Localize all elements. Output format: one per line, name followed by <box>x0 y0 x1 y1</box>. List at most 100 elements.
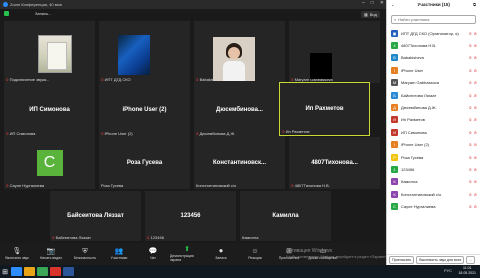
avatar: 4 <box>391 42 398 50</box>
grid-icon: ▦ <box>363 12 368 17</box>
video-tile[interactable]: Роза Гусева Роза Гусева <box>99 137 190 189</box>
avatar: И <box>391 116 398 124</box>
zoom-logo-icon <box>3 2 8 7</box>
participant-row[interactable]: ▣ ИПТ ДГД СКО (Организатор, я) ⦸ ⊘ <box>387 27 480 39</box>
participant-row[interactable]: 4 4807Тихонова Н.В. ⦸ ⊘ <box>387 39 480 51</box>
mic-muted-icon: ⦸ <box>147 235 150 240</box>
participant-row[interactable]: К Константиновский с/о ⦸ ⊘ <box>387 188 480 200</box>
mic-muted-icon: ⦸ <box>469 166 472 172</box>
language-indicator[interactable]: РУС <box>444 268 452 273</box>
window-title: Zoom Конференция, 40 мин <box>10 2 62 7</box>
more-button[interactable]: ... <box>466 256 476 264</box>
share-screen-button[interactable]: ⬆ Демонстрация экрана <box>170 243 204 265</box>
participant-name: ИПТ ДГД СКО (Организатор, я) <box>401 30 459 36</box>
video-tile[interactable]: Дюсембинова... ⦸ Дюсембинова Д.Ж. <box>194 83 285 137</box>
mic-muted-icon: ⦸ <box>469 43 472 49</box>
panel-footer: Пригласить Выключить звук для всех ... <box>387 254 480 265</box>
encryption-shield-icon[interactable] <box>4 11 9 16</box>
video-frame-person <box>213 37 255 81</box>
video-off-icon: ⊘ <box>473 105 477 111</box>
video-off-icon: ⊘ <box>473 191 477 197</box>
windows-taskbar: ⊞ РУС 11:01 18.05.2021 <box>0 265 480 278</box>
tile-label: ⦸ Сауле Нургалиева <box>6 183 45 188</box>
word-taskbar-icon[interactable] <box>63 267 74 276</box>
record-icon: ⏺ <box>219 248 223 255</box>
participants-button[interactable]: 👥 Участники <box>102 243 136 265</box>
avatar: ▣ <box>391 29 398 37</box>
zoom-taskbar-icon[interactable] <box>11 267 22 276</box>
participant-row[interactable]: И ИП Симонова ⦸ ⊘ <box>387 126 480 138</box>
minimize-icon[interactable]: – <box>362 0 365 6</box>
participant-row[interactable]: M Maryam Gabbassova ⦸ ⊘ <box>387 77 480 89</box>
tile-name: Байсеитова Ляззат <box>67 213 124 219</box>
share-screen-icon: ⬆ <box>184 246 190 253</box>
mic-muted-icon: ⦸ <box>469 204 472 210</box>
participant-row[interactable]: С Сауле Нургалиева ⦸ ⊘ <box>387 200 480 212</box>
mic-muted-icon: ⦸ <box>282 129 285 134</box>
clock[interactable]: 11:01 18.05.2021 <box>458 266 476 276</box>
video-tile[interactable]: 4807Тихонова... ⦸ 4807Тихонова Н.В. <box>289 137 380 189</box>
start-video-button[interactable]: 📷 Начать видео <box>34 243 68 265</box>
tile-label: ⦸ ИП Симонова <box>6 131 36 136</box>
tile-label: ⦸ Подключение звука... <box>6 77 50 82</box>
unmute-button[interactable]: 🎙 Включить звук <box>0 243 34 265</box>
video-tile-active-speaker[interactable]: Ип Рахметов ⦸ Ип Рахметов <box>279 82 370 136</box>
mic-muted-icon: ⦸ <box>469 105 472 111</box>
chat-button[interactable]: 💬 Чат <box>136 243 170 265</box>
video-off-icon: ⊘ <box>473 92 477 98</box>
avatar: Д <box>391 104 398 112</box>
camera-icon: 📷 <box>46 248 56 255</box>
video-tile[interactable]: 123456 ⦸ 123456 <box>145 191 236 241</box>
video-tile[interactable]: iPhone User (2) ⦸ iPhone User (2) <box>99 83 190 137</box>
mic-muted-icon: ⦸ <box>6 77 9 82</box>
meeting-info-bar: Запись... <box>4 11 51 16</box>
mic-muted-icon: ⦸ <box>469 129 472 135</box>
tile-name: 4807Тихонова... <box>311 160 358 166</box>
participant-row[interactable]: И Ип Рахметов ⦸ ⊘ <box>387 114 480 126</box>
explorer-taskbar-icon[interactable] <box>24 267 35 276</box>
participant-search-input[interactable]: ⌕ Найти участника <box>391 15 476 24</box>
chevron-down-icon[interactable]: ⌄ <box>391 2 394 7</box>
video-tile[interactable]: Константиновск... Константиновский с/о <box>194 137 285 189</box>
video-tile[interactable]: ⦸ Maryam Gabbassova <box>289 21 380 83</box>
video-off-icon: ⊘ <box>473 117 477 123</box>
participant-name: Камилла <box>401 179 418 185</box>
chrome-taskbar-icon[interactable] <box>37 267 48 276</box>
participants-list: ▣ ИПТ ДГД СКО (Организатор, я) ⦸ ⊘ 4 4807Тихо… <box>387 27 480 213</box>
participant-row[interactable]: Р Роза Гусева ⦸ ⊘ <box>387 151 480 163</box>
participants-icon: 👥 <box>114 248 124 255</box>
participant-row[interactable]: IiPhone User ⦸ ⊘ <box>387 64 480 76</box>
mic-icon: 🎙 <box>12 248 22 255</box>
video-off-icon: ⊘ <box>473 129 477 135</box>
video-tile[interactable]: Байсеитова Ляззат ⦸ Байсеитова Ляззат <box>50 191 141 241</box>
participant-row[interactable]: Б Байсеитова Ляззат ⦸ ⊘ <box>387 89 480 101</box>
popout-icon[interactable]: ⧉ <box>473 2 476 7</box>
maximize-icon[interactable]: □ <box>371 0 374 6</box>
participant-row[interactable]: IiPhone User (2) ⦸ ⊘ <box>387 139 480 151</box>
chat-icon: 💬 <box>148 248 158 255</box>
participant-row[interactable]: 1 123456 ⦸ ⊘ <box>387 163 480 175</box>
video-tile[interactable]: Камилла Камилла <box>240 191 331 241</box>
security-button[interactable]: ⛨ Безопасность <box>68 243 102 265</box>
view-button[interactable]: ▦ Вид <box>360 11 380 18</box>
recording-indicator[interactable]: Запись... <box>35 11 51 16</box>
close-icon[interactable]: ✕ <box>380 0 384 6</box>
opera-taskbar-icon[interactable] <box>50 267 61 276</box>
windows-start-icon[interactable]: ⊞ <box>0 268 10 276</box>
mic-muted-icon: ⦸ <box>6 183 9 188</box>
record-button[interactable]: ⏺ Запись <box>204 243 238 265</box>
view-label: Вид <box>369 12 377 17</box>
video-tile[interactable]: ИП Симонова ⦸ ИП Симонова <box>4 83 95 137</box>
participant-row[interactable]: К Камилла ⦸ ⊘ <box>387 176 480 188</box>
participant-name: Константиновский с/о <box>401 191 442 197</box>
video-off-icon: ⊘ <box>473 142 477 148</box>
invite-button[interactable]: Пригласить <box>389 256 415 264</box>
reactions-button[interactable]: ☺ Реакции <box>238 243 272 265</box>
participant-row[interactable]: Д Дюсембинова Д.Ж. ⦸ ⊘ <box>387 101 480 113</box>
mute-all-button[interactable]: Выключить звук для всех <box>416 256 465 264</box>
tile-label: Роза Гусева <box>101 183 124 188</box>
mic-muted-icon: ⦸ <box>196 131 199 136</box>
video-tile[interactable]: C ⦸ Сауле Нургалиева <box>4 137 95 189</box>
participant-row[interactable]: B Babakisheva ⦸ ⊘ <box>387 52 480 64</box>
participant-name: 4807Тихонова Н.В. <box>401 43 437 49</box>
